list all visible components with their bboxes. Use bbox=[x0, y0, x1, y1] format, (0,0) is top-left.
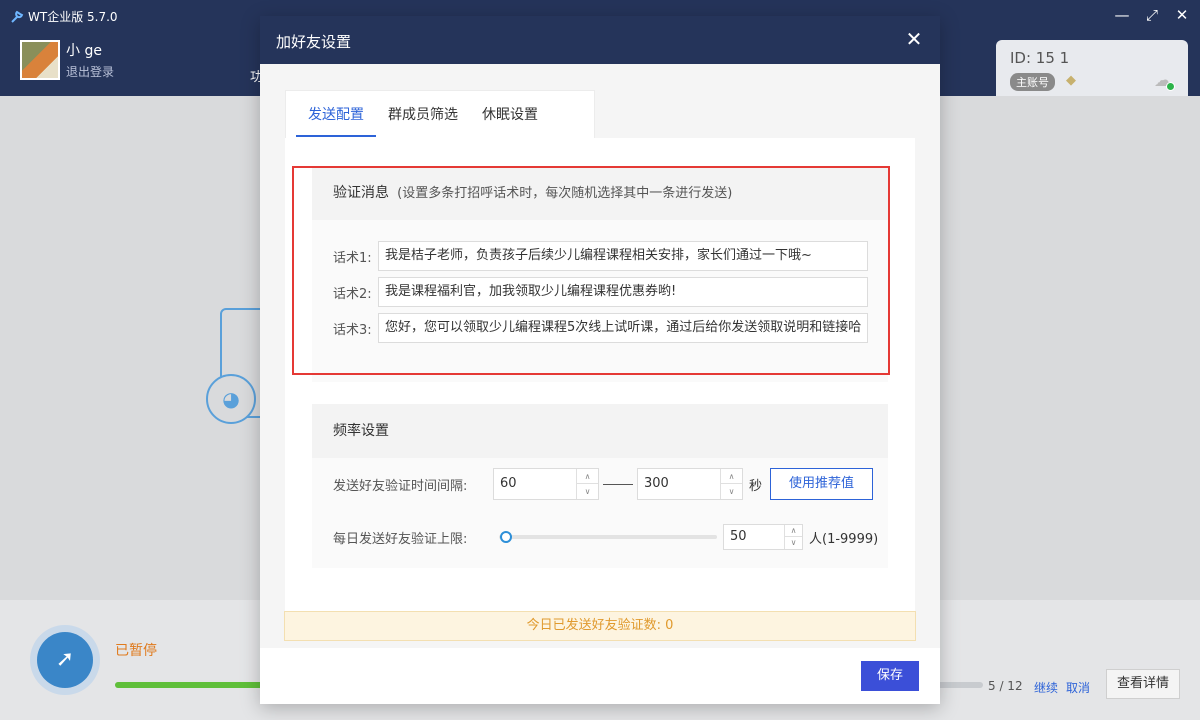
script-row-3: 话术3: 您好，您可以领取少儿编程课程5次线上试听课，通过后给你发送领取说明和链… bbox=[333, 313, 868, 343]
frequency-header: 频率设置 bbox=[312, 404, 888, 458]
interval-max-stepper[interactable]: 300 ∧ ∨ bbox=[637, 468, 743, 500]
tab-send-config[interactable]: 发送配置 bbox=[296, 91, 376, 139]
chevron-up-icon[interactable]: ∧ bbox=[785, 525, 802, 537]
add-friend-settings-dialog: 加好友设置 ✕ 发送配置 群成员筛选 休眠设置 验证消息 (设置多条打招呼话术时… bbox=[260, 16, 940, 704]
close-icon[interactable]: ✕ bbox=[902, 27, 926, 51]
minimize-icon[interactable]: — bbox=[1112, 6, 1132, 24]
slider-handle[interactable] bbox=[500, 531, 513, 543]
script-input-2[interactable]: 我是课程福利官，加我领取少儿编程课程优惠券哟! bbox=[378, 277, 868, 307]
chevron-down-icon[interactable]: ∨ bbox=[785, 537, 802, 549]
script-input-3[interactable]: 您好，您可以领取少儿编程课程5次线上试听课，通过后给你发送领取说明和链接哈 bbox=[378, 313, 868, 343]
daily-limit-label: 每日发送好友验证上限: bbox=[333, 531, 468, 547]
main-account-badge: 主账号 bbox=[1010, 73, 1055, 91]
interval-unit: 秒 bbox=[749, 478, 763, 494]
daily-limit-arrows: ∧ ∨ bbox=[784, 525, 802, 549]
wrench-logo-icon bbox=[11, 10, 24, 23]
user-name: 小 ge bbox=[66, 43, 102, 59]
interval-max-value: 300 bbox=[644, 476, 669, 491]
view-details-button[interactable]: 查看详情 bbox=[1106, 669, 1180, 699]
tab-sleep-settings[interactable]: 休眠设置 bbox=[470, 91, 550, 139]
interval-min-stepper[interactable]: 60 ∧ ∨ bbox=[493, 468, 599, 500]
script-row-1: 话术1: 我是桔子老师，负责孩子后续少儿编程课程相关安排，家长们通过一下哦~ bbox=[333, 241, 868, 271]
online-status-icon bbox=[1166, 82, 1175, 91]
settings-tabs: 发送配置 群成员筛选 休眠设置 bbox=[285, 90, 595, 138]
verify-message-section: 验证消息 (设置多条打招呼话术时，每次随机选择其中一条进行发送) 话术1: 我是… bbox=[312, 166, 888, 382]
account-card: ID: 15 1 主账号 ◆ ☁ bbox=[996, 40, 1188, 96]
use-recommended-button[interactable]: 使用推荐值 bbox=[770, 468, 874, 500]
script-row-2: 话术2: 我是课程福利官，加我领取少儿编程课程优惠券哟! bbox=[333, 277, 868, 307]
dialog-title: 加好友设置 bbox=[276, 33, 352, 51]
script-label-1: 话术1: bbox=[333, 250, 372, 266]
range-dash bbox=[603, 483, 633, 485]
daily-limit-slider[interactable] bbox=[499, 531, 717, 543]
logout-link[interactable]: 退出登录 bbox=[66, 63, 114, 80]
chevron-down-icon[interactable]: ∨ bbox=[577, 484, 598, 499]
daily-limit-unit: 人(1-9999) bbox=[809, 531, 879, 547]
frequency-section: 频率设置 发送好友验证时间间隔: 60 ∧ ∨ 300 ∧ ∨ 秒 使用推荐值 … bbox=[312, 404, 888, 568]
account-id: ID: 15 1 bbox=[1010, 49, 1070, 67]
cancel-link[interactable]: 取消 bbox=[1066, 679, 1090, 696]
chevron-up-icon[interactable]: ∧ bbox=[721, 469, 742, 484]
script-input-1[interactable]: 我是桔子老师，负责孩子后续少儿编程课程相关安排，家长们通过一下哦~ bbox=[378, 241, 868, 271]
dialog-body: 发送配置 群成员筛选 休眠设置 验证消息 (设置多条打招呼话术时，每次随机选择其… bbox=[260, 64, 940, 648]
avatar[interactable] bbox=[20, 40, 60, 80]
dialog-header: 加好友设置 ✕ bbox=[260, 16, 940, 64]
script-label-3: 话术3: bbox=[333, 322, 372, 338]
sent-today-banner: 今日已发送好友验证数: 0 bbox=[284, 611, 916, 641]
interval-label: 发送好友验证时间间隔: bbox=[333, 478, 468, 494]
daily-limit-stepper[interactable]: 50 ∧ ∨ bbox=[723, 524, 803, 550]
chevron-up-icon[interactable]: ∧ bbox=[577, 469, 598, 484]
maximize-icon[interactable]: ⤢ bbox=[1142, 6, 1162, 24]
close-window-icon[interactable]: ✕ bbox=[1172, 6, 1192, 24]
frequency-title: 频率设置 bbox=[333, 423, 389, 439]
verify-message-title: 验证消息 bbox=[333, 185, 389, 201]
daily-limit-row: 每日发送好友验证上限: 50 ∧ ∨ 人(1-9999) bbox=[333, 524, 878, 550]
daily-limit-value: 50 bbox=[730, 529, 747, 544]
diamond-icon: ◆ bbox=[1066, 73, 1076, 88]
app-title-text: WT企业版 5.7.0 bbox=[28, 10, 118, 24]
interval-min-arrows: ∧ ∨ bbox=[576, 469, 598, 499]
tab-member-filter[interactable]: 群成员筛选 bbox=[376, 91, 470, 139]
app-title: WT企业版 5.7.0 bbox=[10, 8, 118, 25]
verify-message-hint: (设置多条打招呼话术时，每次随机选择其中一条进行发送) bbox=[397, 186, 733, 201]
chevron-down-icon[interactable]: ∨ bbox=[721, 484, 742, 499]
interval-min-value: 60 bbox=[500, 476, 517, 491]
interval-max-arrows: ∧ ∨ bbox=[720, 469, 742, 499]
task-status: 已暂停 bbox=[115, 643, 157, 659]
verify-message-header: 验证消息 (设置多条打招呼话术时，每次随机选择其中一条进行发送) bbox=[312, 166, 888, 220]
interval-row: 发送好友验证时间间隔: 60 ∧ ∨ 300 ∧ ∨ 秒 使用推荐值 bbox=[333, 468, 874, 500]
wechat-icon: ◕ bbox=[206, 374, 256, 424]
rocket-icon[interactable]: ➚ bbox=[37, 632, 93, 688]
continue-link[interactable]: 继续 bbox=[1034, 679, 1058, 696]
send-config-panel: 验证消息 (设置多条打招呼话术时，每次随机选择其中一条进行发送) 话术1: 我是… bbox=[285, 138, 915, 612]
task-progress-count: 5 / 12 bbox=[988, 679, 1023, 693]
save-button[interactable]: 保存 bbox=[861, 661, 919, 691]
script-label-2: 话术2: bbox=[333, 286, 372, 302]
